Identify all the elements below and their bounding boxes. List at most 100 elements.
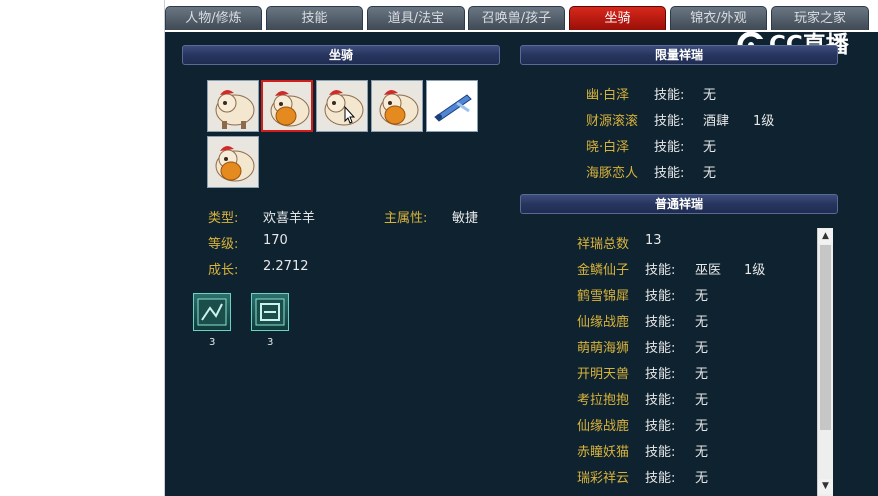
left-margin xyxy=(0,0,165,496)
mount-level-value: 170 xyxy=(263,233,288,248)
common-skill-label: 技能: xyxy=(645,445,676,460)
sheep-mount-orange-icon xyxy=(215,145,255,182)
common-name: 金鳞仙子 xyxy=(577,263,630,278)
tab-items[interactable]: 道具/法宝 xyxy=(367,6,465,30)
common-skill: 无 xyxy=(695,471,709,486)
common-row: 仙缘战鹿 技能: 无 xyxy=(577,311,827,331)
scroll-up-arrow-icon[interactable]: ▲ xyxy=(818,229,833,244)
common-row: 赤瞳妖猫 技能: 无 xyxy=(577,441,827,461)
common-skill: 无 xyxy=(695,289,709,304)
common-skill-label: 技能: xyxy=(645,289,676,304)
limited-skill-level: 1级 xyxy=(753,114,775,129)
mount-growth-value: 2.2712 xyxy=(263,259,309,274)
common-row: 萌萌海狮 技能: 无 xyxy=(577,337,827,357)
common-skill: 无 xyxy=(695,445,709,460)
common-skill-label: 技能: xyxy=(645,341,676,356)
common-skill: 无 xyxy=(695,419,709,434)
limited-skill: 无 xyxy=(703,166,717,181)
common-skill-label: 技能: xyxy=(645,419,676,434)
mount-type-value: 欢喜羊羊 xyxy=(263,211,316,226)
sheep-mount-orange-icon xyxy=(270,90,310,127)
mount-main-attr-value: 敏捷 xyxy=(452,211,479,226)
common-skill: 无 xyxy=(695,367,709,382)
common-skill: 无 xyxy=(695,315,709,330)
limited-skill: 无 xyxy=(703,140,717,155)
common-skill-label: 技能: xyxy=(645,393,676,408)
limited-row: 晓·白泽 技能: 无 xyxy=(586,136,836,156)
common-section-title: 普通祥瑞 xyxy=(520,194,838,214)
mount-skill-slot[interactable] xyxy=(251,293,289,331)
common-skill-label: 技能: xyxy=(645,367,676,382)
common-total-value: 13 xyxy=(645,233,662,248)
limited-skill-label: 技能: xyxy=(654,88,685,103)
mount-slot[interactable] xyxy=(316,80,368,132)
common-skill: 巫医 xyxy=(695,263,722,278)
common-row: 开明天兽 技能: 无 xyxy=(577,363,827,383)
limited-skill-label: 技能: xyxy=(654,114,685,129)
tab-summons[interactable]: 召唤兽/孩子 xyxy=(468,6,565,30)
mount-section-title: 坐骑 xyxy=(182,45,500,65)
limited-name: 财源滚滚 xyxy=(586,114,639,129)
sheep-mount-icon xyxy=(324,89,364,126)
limited-name: 海豚恋人 xyxy=(586,166,639,181)
common-name: 考拉抱抱 xyxy=(577,393,630,408)
scrollbar-thumb[interactable] xyxy=(820,245,831,430)
mount-type-label: 类型: xyxy=(208,211,239,226)
common-name: 开明天兽 xyxy=(577,367,630,382)
scroll-down-arrow-icon[interactable]: ▼ xyxy=(818,479,833,494)
common-row: 鹤雪锦犀 技能: 无 xyxy=(577,285,827,305)
common-name: 萌萌海狮 xyxy=(577,341,630,356)
blue-sword-mount-icon xyxy=(427,81,477,131)
common-list-scrollbar[interactable]: ▲ ▼ xyxy=(817,228,833,496)
mount-level-label: 等级: xyxy=(208,237,239,252)
mount-slot[interactable] xyxy=(207,136,259,188)
common-row: 仙缘战鹿 技能: 无 xyxy=(577,415,827,435)
mount-main-attr-label: 主属性: xyxy=(384,211,428,226)
tab-bar: 人物/修炼 技能 道具/法宝 召唤兽/孩子 坐骑 锦衣/外观 玩家之家 xyxy=(165,0,878,32)
limited-row: 幽·白泽 技能: 无 xyxy=(586,84,836,104)
common-name: 瑞彩祥云 xyxy=(577,471,630,486)
tab-skills[interactable]: 技能 xyxy=(266,6,363,30)
common-name: 仙缘战鹿 xyxy=(577,419,630,434)
skill-scroll-icon xyxy=(197,298,227,326)
skill-book-icon xyxy=(255,298,285,326)
sheep-mount-icon xyxy=(215,89,255,129)
limited-section-title: 限量祥瑞 xyxy=(520,45,838,65)
common-skill: 无 xyxy=(695,341,709,356)
common-total-label: 祥瑞总数 xyxy=(577,237,630,252)
mount-slot[interactable] xyxy=(207,80,259,132)
limited-skill-label: 技能: xyxy=(654,166,685,181)
common-skill-label: 技能: xyxy=(645,471,676,486)
limited-skill: 酒肆 xyxy=(703,114,730,129)
common-skill-label: 技能: xyxy=(645,263,676,278)
common-name: 赤瞳妖猫 xyxy=(577,445,630,460)
sheep-mount-orange-icon xyxy=(379,89,419,126)
mount-skill-count: 3 xyxy=(209,337,216,348)
mount-slot[interactable] xyxy=(426,80,478,132)
limited-row: 海豚恋人 技能: 无 xyxy=(586,162,836,182)
common-mount-list: 祥瑞总数 13 金鳞仙子 技能: 巫医 1级 鹤雪锦犀 技能: 无 仙缘战鹿 技… xyxy=(520,228,835,496)
limited-skill-label: 技能: xyxy=(654,140,685,155)
tab-mount[interactable]: 坐骑 xyxy=(569,6,666,30)
mount-skill-count: 3 xyxy=(267,337,274,348)
mount-skill-slot[interactable] xyxy=(193,293,231,331)
limited-name: 幽·白泽 xyxy=(586,88,630,103)
common-skill-level: 1级 xyxy=(744,263,766,278)
limited-row: 财源滚滚 技能: 酒肆 1级 xyxy=(586,110,836,130)
limited-name: 晓·白泽 xyxy=(586,140,630,155)
common-row: 瑞彩祥云 技能: 无 xyxy=(577,467,827,487)
mount-growth-label: 成长: xyxy=(208,263,239,278)
mount-slot-selected[interactable] xyxy=(261,80,313,132)
tab-appearance[interactable]: 锦衣/外观 xyxy=(670,6,767,30)
mount-slot[interactable] xyxy=(371,80,423,132)
tab-player-home[interactable]: 玩家之家 xyxy=(771,6,869,30)
limited-skill: 无 xyxy=(703,88,717,103)
common-total-row: 祥瑞总数 13 xyxy=(577,233,827,253)
common-name: 仙缘战鹿 xyxy=(577,315,630,330)
common-row: 金鳞仙子 技能: 巫医 1级 xyxy=(577,259,827,279)
common-name: 鹤雪锦犀 xyxy=(577,289,630,304)
common-skill: 无 xyxy=(695,393,709,408)
common-skill-label: 技能: xyxy=(645,315,676,330)
tab-character[interactable]: 人物/修炼 xyxy=(165,6,262,30)
common-row: 考拉抱抱 技能: 无 xyxy=(577,389,827,409)
